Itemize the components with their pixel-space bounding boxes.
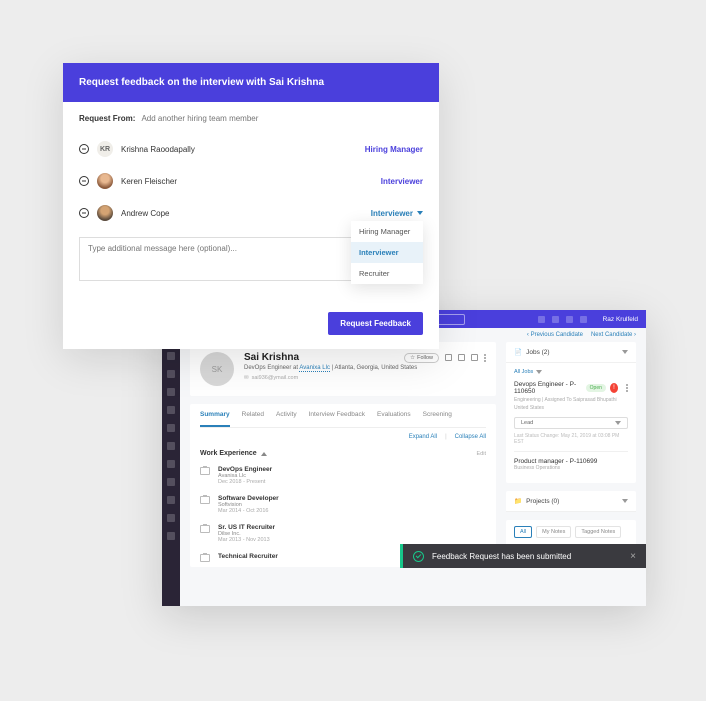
avatar bbox=[97, 173, 113, 189]
nav-icon[interactable] bbox=[167, 514, 175, 522]
side-nav bbox=[162, 328, 180, 606]
toast-message: Feedback Request has been submitted bbox=[432, 552, 622, 561]
tab-screening[interactable]: Screening bbox=[423, 404, 452, 427]
nav-icon[interactable] bbox=[167, 442, 175, 450]
current-user[interactable]: Raz Krulfeld bbox=[603, 316, 638, 323]
candidate-name: Sai Krishna bbox=[244, 352, 299, 363]
remove-member-icon[interactable] bbox=[79, 208, 89, 218]
role-option-interviewer[interactable]: Interviewer bbox=[351, 242, 423, 263]
candidate-email: ✉ sai936@ymail.com bbox=[244, 375, 486, 381]
member-name: Keren Fleischer bbox=[121, 177, 373, 186]
projects-panel: 📁 Projects (0) bbox=[506, 491, 636, 512]
nav-icon[interactable] bbox=[167, 424, 175, 432]
tab-related[interactable]: Related bbox=[242, 404, 264, 427]
briefcase-icon bbox=[200, 525, 210, 533]
member-row: Keren Fleischer Interviewer bbox=[79, 165, 423, 197]
nav-icon[interactable] bbox=[167, 370, 175, 378]
member-role[interactable]: Interviewer bbox=[381, 177, 423, 186]
role-dropdown: Hiring Manager Interviewer Recruiter bbox=[351, 221, 423, 284]
experience-item: DevOps Engineer Avanixa Llc Dec 2018 - P… bbox=[200, 461, 486, 490]
briefcase-icon bbox=[200, 496, 210, 504]
member-row: KR Krishna Raoodapally Hiring Manager bbox=[79, 133, 423, 165]
toast: Feedback Request has been submitted × bbox=[400, 544, 646, 568]
briefcase-icon bbox=[200, 554, 210, 562]
check-circle-icon bbox=[413, 551, 424, 562]
stage-select[interactable]: Lead bbox=[514, 417, 628, 429]
modal-title: Request feedback on the interview with S… bbox=[63, 63, 439, 102]
job-title[interactable]: Devops Engineer - P-110650 bbox=[514, 381, 582, 395]
request-feedback-button[interactable]: Request Feedback bbox=[328, 312, 423, 335]
next-candidate-link[interactable]: Next Candidate › bbox=[591, 332, 636, 338]
nav-icon[interactable] bbox=[167, 352, 175, 360]
candidate-avatar: SK bbox=[200, 352, 234, 386]
app-window: Phenom Raz Krulfeld bbox=[162, 310, 646, 606]
role-option-recruiter[interactable]: Recruiter bbox=[351, 263, 423, 284]
last-status-change: Last Status Change: May 21, 2019 at 03:0… bbox=[514, 433, 628, 445]
job-title[interactable]: Product manager - P-110699 bbox=[514, 458, 628, 465]
jobs-panel: 📄 Jobs (2) All Jobs Devops Engineer - P-… bbox=[506, 342, 636, 483]
add-member-input[interactable] bbox=[141, 114, 423, 123]
more-icon[interactable] bbox=[626, 384, 628, 392]
projects-panel-title[interactable]: 📁 Projects (0) bbox=[514, 497, 559, 505]
tab-evaluations[interactable]: Evaluations bbox=[377, 404, 411, 427]
prev-candidate-link[interactable]: ‹ Previous Candidate bbox=[527, 332, 583, 338]
remove-member-icon[interactable] bbox=[79, 144, 89, 154]
alert-icon[interactable]: ! bbox=[610, 383, 618, 393]
chevron-down-icon[interactable] bbox=[622, 350, 628, 354]
chevron-down-icon bbox=[417, 211, 423, 215]
member-name: Krishna Raoodapally bbox=[121, 145, 357, 154]
follow-button[interactable]: ☆ Follow bbox=[404, 353, 439, 363]
member-row: Andrew Cope Interviewer Hiring Manager I… bbox=[79, 197, 423, 229]
nav-icon[interactable] bbox=[167, 532, 175, 540]
work-experience-heading[interactable]: Work Experience bbox=[200, 450, 267, 457]
tab-summary[interactable]: Summary bbox=[200, 404, 230, 427]
more-icon[interactable] bbox=[484, 354, 486, 362]
notes-tab-all[interactable]: All bbox=[514, 526, 532, 538]
request-from-label: Request From: bbox=[79, 114, 135, 123]
tab-interview-feedback[interactable]: Interview Feedback bbox=[309, 404, 365, 427]
member-name: Andrew Cope bbox=[121, 209, 363, 218]
caret-up-icon bbox=[261, 452, 267, 456]
nav-icon[interactable] bbox=[167, 406, 175, 414]
close-icon[interactable]: × bbox=[630, 551, 636, 562]
chevron-down-icon[interactable] bbox=[622, 499, 628, 503]
avatar: KR bbox=[97, 141, 113, 157]
role-option-hiring-manager[interactable]: Hiring Manager bbox=[351, 221, 423, 242]
jobs-panel-title[interactable]: 📄 Jobs (2) bbox=[514, 348, 550, 356]
member-role[interactable]: Hiring Manager bbox=[365, 145, 423, 154]
share-icon[interactable] bbox=[471, 354, 478, 361]
status-badge: Open bbox=[586, 384, 606, 392]
tabs-card: Summary Related Activity Interview Feedb… bbox=[190, 404, 496, 567]
experience-item: Software Developer Softvision Mar 2014 -… bbox=[200, 490, 486, 519]
topbar-icon[interactable] bbox=[580, 316, 587, 323]
archive-icon[interactable] bbox=[445, 354, 452, 361]
collapse-all-link[interactable]: Collapse All bbox=[455, 434, 486, 440]
notes-tab-mine[interactable]: My Notes bbox=[536, 526, 571, 538]
topbar-icon[interactable] bbox=[566, 316, 573, 323]
briefcase-icon bbox=[200, 467, 210, 475]
remove-member-icon[interactable] bbox=[79, 176, 89, 186]
email-icon[interactable] bbox=[458, 354, 465, 361]
tab-activity[interactable]: Activity bbox=[276, 404, 297, 427]
nav-icon[interactable] bbox=[167, 388, 175, 396]
topbar-icon[interactable] bbox=[538, 316, 545, 323]
avatar bbox=[97, 205, 113, 221]
request-feedback-modal: Request feedback on the interview with S… bbox=[63, 63, 439, 349]
notes-tab-tagged[interactable]: Tagged Notes bbox=[575, 526, 621, 538]
edit-link[interactable]: Edit bbox=[477, 451, 486, 457]
topbar-icon[interactable] bbox=[552, 316, 559, 323]
member-role-select[interactable]: Interviewer bbox=[371, 209, 423, 218]
profile-card: SK Sai Krishna ☆ Follow bbox=[190, 342, 496, 396]
nav-icon[interactable] bbox=[167, 478, 175, 486]
candidate-subtitle: DevOps Engineer at Avanixa Llc | Atlanta… bbox=[244, 365, 486, 371]
nav-icon[interactable] bbox=[167, 460, 175, 468]
nav-icon[interactable] bbox=[167, 496, 175, 504]
expand-all-link[interactable]: Expand All bbox=[409, 434, 437, 440]
